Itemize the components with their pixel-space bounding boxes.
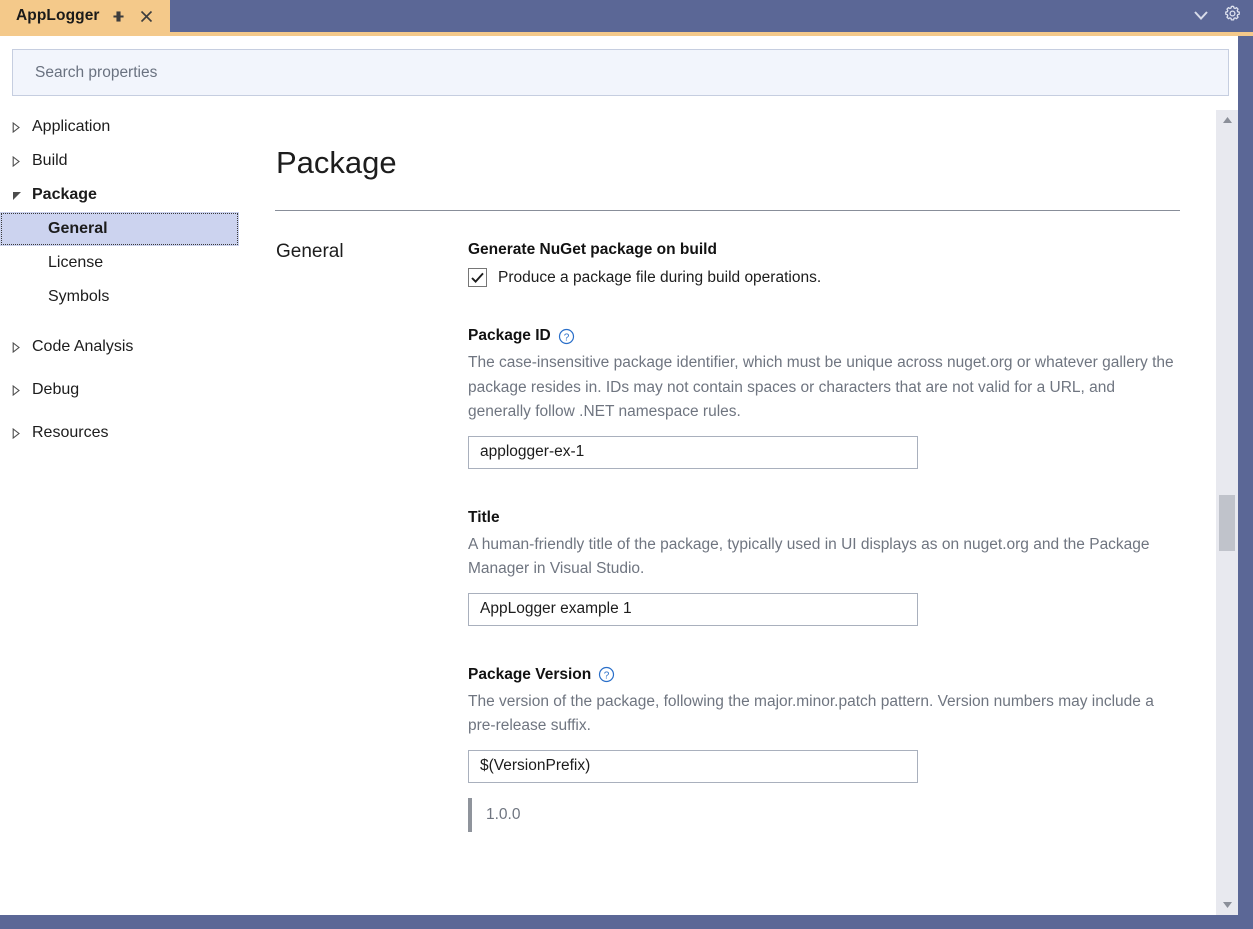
document-tab-applogger[interactable]: AppLogger <box>0 0 170 32</box>
sidebar-item-label: Debug <box>32 381 79 399</box>
field-label-row: Package Version ? <box>468 666 1198 684</box>
svg-text:?: ? <box>604 670 610 681</box>
sidebar-item-label: Symbols <box>48 288 109 306</box>
generate-package-checkbox[interactable] <box>468 268 487 287</box>
properties-nav-tree: Application Build Package General Licens… <box>0 110 262 915</box>
field-label: Package Version <box>468 666 591 684</box>
field-label-row: Title <box>468 509 1198 527</box>
field-description: A human-friendly title of the package, t… <box>468 533 1180 582</box>
spacer <box>468 287 1198 327</box>
package-id-input[interactable] <box>468 436 918 469</box>
scrollbar-thumb[interactable] <box>1219 495 1235 551</box>
sidebar-item-symbols[interactable]: Symbols <box>0 280 262 314</box>
chevron-right-icon[interactable] <box>12 385 32 396</box>
field-label: Generate NuGet package on build <box>468 241 717 259</box>
field-description: The version of the package, following th… <box>468 690 1180 739</box>
sidebar-item-label: License <box>48 254 103 272</box>
help-icon[interactable]: ? <box>598 666 615 683</box>
sidebar-item-label: Resources <box>32 424 108 442</box>
fields-container: Generate NuGet package on build Produce … <box>468 241 1198 832</box>
field-label: Title <box>468 509 500 527</box>
hint-accent-bar <box>468 798 472 832</box>
sidebar-item-license[interactable]: License <box>0 246 262 280</box>
sidebar-item-resources[interactable]: Resources <box>0 416 262 450</box>
properties-content-pane: Package General Generate NuGet package o… <box>262 110 1215 915</box>
title-bar-spacer <box>170 0 1194 32</box>
section-label-general: General <box>276 241 344 263</box>
package-version-evaluated-value: 1.0.0 <box>486 806 520 824</box>
generate-package-checkbox-label: Produce a package file during build oper… <box>498 269 821 287</box>
field-title: Title A human-friendly title of the pack… <box>468 509 1198 626</box>
field-package-id: Package ID ? The case-insensitive packag… <box>468 327 1198 469</box>
title-bar-actions <box>1194 0 1253 32</box>
sidebar-item-code-analysis[interactable]: Code Analysis <box>0 330 262 364</box>
sidebar-item-build[interactable]: Build <box>0 144 262 178</box>
field-generate-package: Generate NuGet package on build Produce … <box>468 241 1198 287</box>
title-bar: AppLogger <box>0 0 1253 32</box>
scroll-up-arrow-icon[interactable] <box>1216 110 1238 130</box>
field-label-row: Package ID ? <box>468 327 1198 345</box>
field-package-version: Package Version ? The version of the pac… <box>468 666 1198 832</box>
sidebar-item-general[interactable]: General <box>0 212 239 246</box>
sidebar-item-label: Application <box>32 118 110 136</box>
chevron-right-icon[interactable] <box>12 122 32 133</box>
sidebar-item-label: Package <box>32 186 97 204</box>
search-row <box>0 36 1253 108</box>
package-version-input[interactable] <box>468 750 918 783</box>
vertical-scrollbar[interactable] <box>1216 110 1238 915</box>
svg-text:?: ? <box>563 332 569 343</box>
scroll-down-arrow-icon[interactable] <box>1216 895 1238 915</box>
window-right-edge <box>1238 36 1253 915</box>
close-icon[interactable] <box>138 7 156 25</box>
title-divider <box>275 210 1180 211</box>
search-input[interactable] <box>12 49 1229 96</box>
field-description: The case-insensitive package identifier,… <box>468 351 1180 425</box>
sidebar-item-application[interactable]: Application <box>0 110 262 144</box>
chevron-right-icon[interactable] <box>12 156 32 167</box>
gear-icon[interactable] <box>1224 5 1241 27</box>
sidebar-item-label: General <box>48 220 108 238</box>
chevron-down-icon[interactable] <box>12 190 32 201</box>
sidebar-item-debug[interactable]: Debug <box>0 373 262 407</box>
spacer <box>468 626 1198 666</box>
sidebar-item-label: Build <box>32 152 68 170</box>
chevron-down-icon[interactable] <box>1194 7 1208 25</box>
check-icon <box>471 272 484 284</box>
generate-package-checkbox-row[interactable]: Produce a package file during build oper… <box>468 268 1198 287</box>
field-label-row: Generate NuGet package on build <box>468 241 1198 259</box>
sidebar-item-package[interactable]: Package <box>0 178 262 212</box>
title-input[interactable] <box>468 593 918 626</box>
window-bottom-bar <box>0 915 1253 929</box>
package-version-evaluated-hint: 1.0.0 <box>468 798 1198 832</box>
page-title: Package <box>276 145 397 181</box>
document-tab-label: AppLogger <box>16 7 100 25</box>
field-label: Package ID <box>468 327 551 345</box>
chevron-right-icon[interactable] <box>12 428 32 439</box>
sidebar-item-label: Code Analysis <box>32 338 133 356</box>
help-icon[interactable]: ? <box>558 328 575 345</box>
chevron-right-icon[interactable] <box>12 342 32 353</box>
spacer <box>468 469 1198 509</box>
pin-icon[interactable] <box>110 7 128 25</box>
